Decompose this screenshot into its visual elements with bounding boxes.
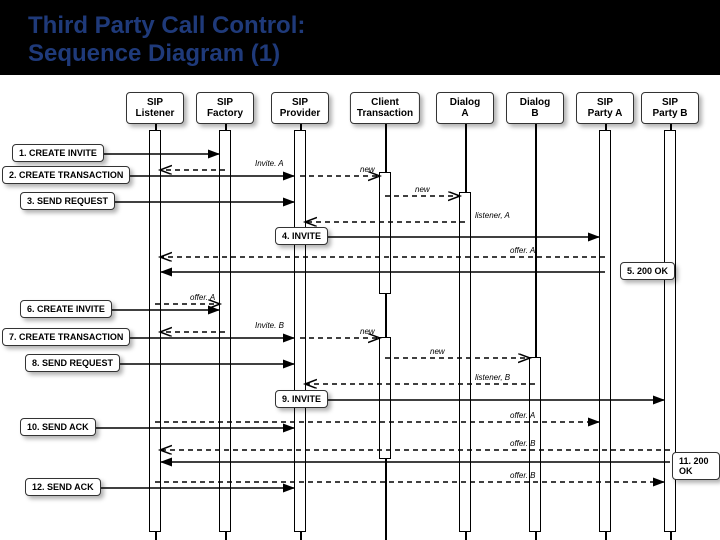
label-invite-b: Invite. B: [255, 321, 284, 330]
sequence-diagram: SIPListener SIPFactory SIPProvider Clien…: [0, 92, 720, 540]
label-new-1: new: [360, 165, 375, 174]
title-bar: Third Party Call Control: Sequence Diagr…: [0, 0, 720, 75]
label-offer-b-1: offer. B: [510, 439, 536, 448]
title-line-1: Third Party Call Control:: [28, 12, 692, 40]
label-offer-b-2: offer. B: [510, 471, 536, 480]
label-listener-b: listener, B: [475, 373, 510, 382]
label-new-4: new: [430, 347, 445, 356]
label-new-3: new: [360, 327, 375, 336]
step-9: 9. INVITE: [275, 390, 328, 408]
step-4: 4. INVITE: [275, 227, 328, 245]
label-offer-a-1: offer. A: [510, 246, 535, 255]
step-8: 8. SEND REQUEST: [25, 354, 120, 372]
step-6: 6. CREATE INVITE: [20, 300, 112, 318]
label-offer-a-3: offer. A: [510, 411, 535, 420]
label-new-2: new: [415, 185, 430, 194]
label-invite-a: Invite. A: [255, 159, 284, 168]
step-1: 1. CREATE INVITE: [12, 144, 104, 162]
step-5: 5. 200 OK: [620, 262, 675, 280]
step-7: 7. CREATE TRANSACTION: [2, 328, 130, 346]
label-listener-a: listener, A: [475, 211, 510, 220]
step-2: 2. CREATE TRANSACTION: [2, 166, 130, 184]
step-12: 12. SEND ACK: [25, 478, 101, 496]
step-10: 10. SEND ACK: [20, 418, 96, 436]
step-11: 11. 200 OK: [672, 452, 720, 480]
label-offer-a-2: offer. A: [190, 293, 215, 302]
step-3: 3. SEND REQUEST: [20, 192, 115, 210]
title-line-2: Sequence Diagram (1): [28, 40, 692, 68]
